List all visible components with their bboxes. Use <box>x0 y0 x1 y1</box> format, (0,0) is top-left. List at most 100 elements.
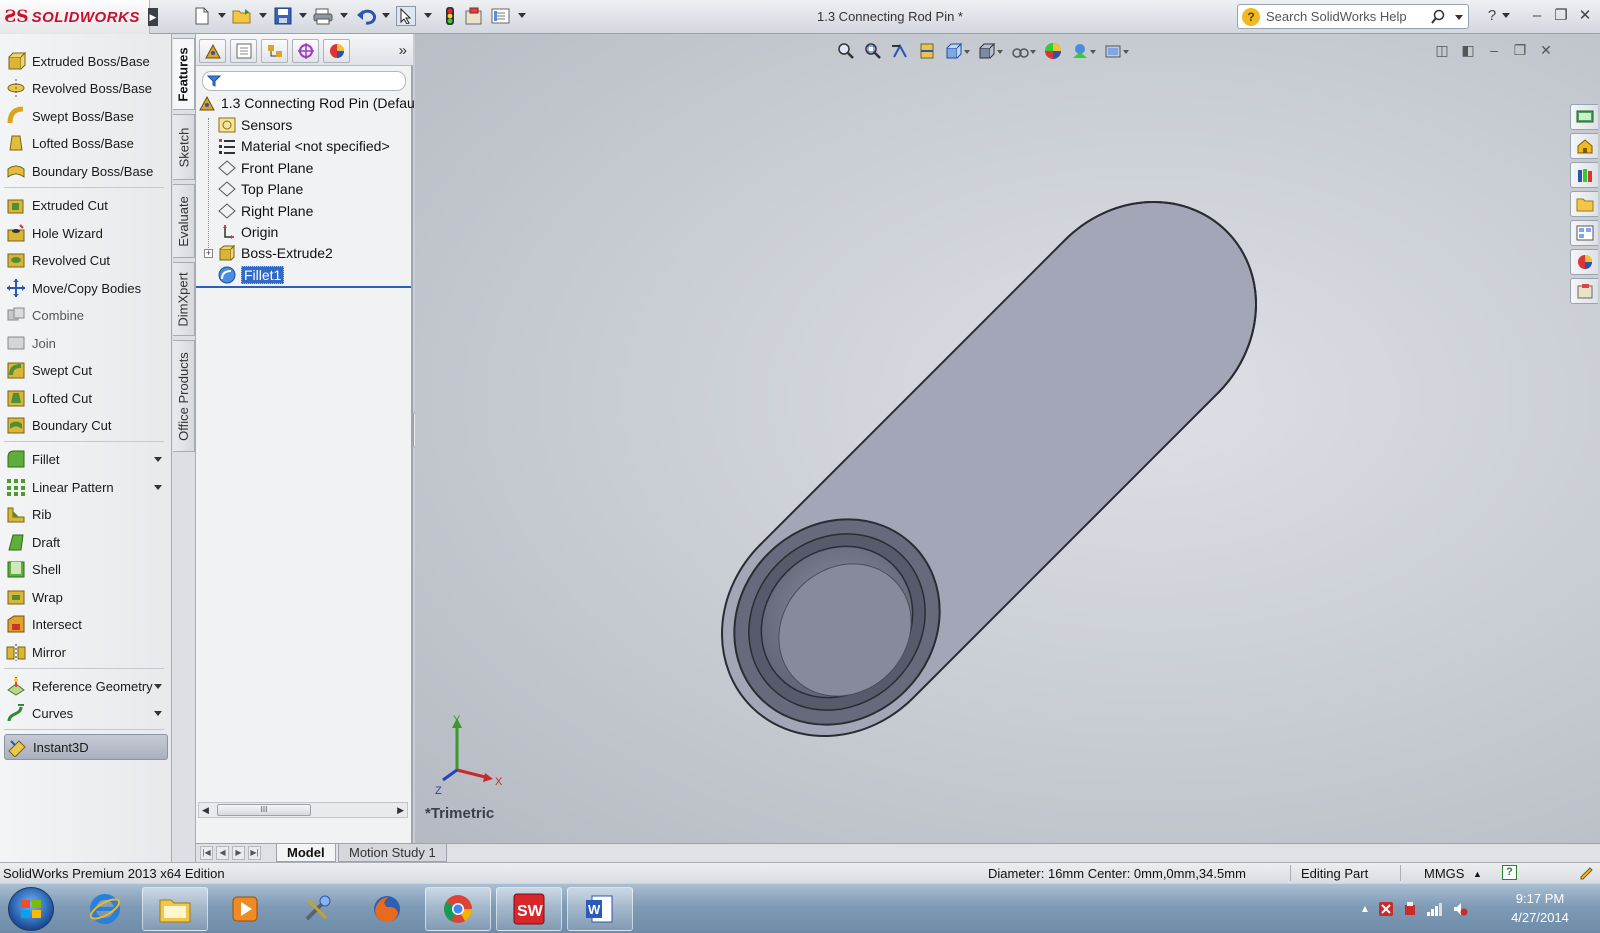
more-tabs-icon[interactable]: » <box>399 42 407 59</box>
rib-button[interactable]: Rib <box>4 501 168 527</box>
print-dropdown-icon[interactable] <box>340 13 348 18</box>
show-hidden-icons-icon[interactable]: ▲ <box>1360 904 1370 915</box>
revolved-cut-button[interactable]: Revolved Cut <box>4 247 168 273</box>
tree-item-origin[interactable]: Origin <box>218 221 278 242</box>
intersect-button[interactable]: Intersect <box>4 611 168 637</box>
file-explorer-taskbar-icon[interactable] <box>142 887 208 931</box>
solidworks-taskbar-icon[interactable]: SW <box>496 887 562 931</box>
configuration-manager-tab-icon[interactable] <box>261 39 288 63</box>
tools-icon[interactable] <box>284 887 350 931</box>
move-copy-bodies-button[interactable]: Move/Copy Bodies <box>4 275 168 301</box>
curves-button[interactable]: Curves <box>4 700 168 726</box>
next-tab-icon[interactable]: ▶ <box>232 846 245 860</box>
rebuild-pencil-icon[interactable] <box>1578 864 1594 883</box>
last-tab-icon[interactable]: ▶| <box>248 846 261 860</box>
draft-button[interactable]: Draft <box>4 529 168 555</box>
minimize-icon[interactable]: – <box>1527 7 1547 25</box>
hole-wizard-button[interactable]: Hole Wizard <box>4 220 168 246</box>
tree-item-top-plane[interactable]: Top Plane <box>218 178 303 199</box>
options-dropdown-icon[interactable] <box>518 13 526 18</box>
instant3d-button[interactable]: Instant3D <box>4 734 168 760</box>
print-icon[interactable] <box>313 6 333 26</box>
help-dropdown-icon[interactable] <box>1502 13 1510 18</box>
tab-evaluate[interactable]: Evaluate <box>173 184 195 258</box>
scroll-right-icon[interactable]: ▶ <box>397 805 404 816</box>
scrollbar-thumb[interactable]: III <box>217 804 311 816</box>
tree-item-front-plane[interactable]: Front Plane <box>218 157 313 178</box>
swept-cut-button[interactable]: Swept Cut <box>4 357 168 383</box>
firefox-icon[interactable] <box>354 887 420 931</box>
internet-explorer-icon[interactable] <box>72 887 138 931</box>
previous-tab-icon[interactable]: ◀ <box>216 846 229 860</box>
new-document-icon[interactable] <box>192 6 212 26</box>
reference-geometry-button[interactable]: Reference Geometry <box>4 673 168 699</box>
reference-geometry-dropdown-icon[interactable] <box>154 684 162 689</box>
wrap-button[interactable]: Wrap <box>4 584 168 610</box>
feature-manager-tab-icon[interactable] <box>199 39 226 63</box>
tab-sketch[interactable]: Sketch <box>173 114 195 180</box>
curves-dropdown-icon[interactable] <box>154 711 162 716</box>
chrome-icon[interactable] <box>425 887 491 931</box>
revolved-boss-button[interactable]: Revolved Boss/Base <box>4 75 168 101</box>
tree-item-material[interactable]: Material <not specified> <box>218 135 390 156</box>
clock[interactable]: 9:17 PM 4/27/2014 <box>1490 889 1590 927</box>
undo-icon[interactable] <box>356 6 376 26</box>
tab-office-products[interactable]: Office Products <box>173 340 195 452</box>
solidworks-logo[interactable]: ƧS SOLIDWORKS <box>0 0 150 34</box>
boundary-boss-button[interactable]: Boundary Boss/Base <box>4 158 168 184</box>
save-icon[interactable] <box>273 6 293 26</box>
select-pointer-icon[interactable] <box>396 6 416 26</box>
display-manager-tab-icon[interactable] <box>323 39 350 63</box>
tab-features[interactable]: Features <box>173 38 195 110</box>
tree-filter-input[interactable] <box>202 71 406 91</box>
tree-item-fillet1[interactable]: Fillet1 <box>218 264 285 285</box>
tree-root-part[interactable]: 1.3 Connecting Rod Pin (Defau <box>198 92 415 113</box>
mirror-button[interactable]: Mirror <box>4 639 168 665</box>
close-icon[interactable]: ✕ <box>1575 7 1595 25</box>
select-dropdown-icon[interactable] <box>424 13 432 18</box>
open-dropdown-icon[interactable] <box>259 13 267 18</box>
quick-tips-icon[interactable]: ? <box>1502 865 1517 880</box>
options-icon[interactable] <box>491 6 511 26</box>
help-search-input[interactable]: ? Search SolidWorks Help <box>1237 4 1469 29</box>
unit-system-selector[interactable]: MMGS <box>1424 866 1464 881</box>
linear-pattern-button[interactable]: Linear Pattern <box>4 474 168 500</box>
units-up-arrow-icon[interactable]: ▲ <box>1473 869 1482 879</box>
rebuild-traffic-light-icon[interactable] <box>440 6 460 26</box>
restore-icon[interactable]: ❐ <box>1551 7 1571 25</box>
scroll-left-icon[interactable]: ◀ <box>202 805 209 816</box>
start-button[interactable] <box>8 887 54 931</box>
lofted-boss-button[interactable]: Lofted Boss/Base <box>4 130 168 156</box>
extruded-boss-button[interactable]: Extruded Boss/Base <box>4 48 168 74</box>
volume-muted-icon[interactable] <box>1452 901 1468 917</box>
expand-boss-extrude-icon[interactable]: + <box>204 249 213 258</box>
tree-item-right-plane[interactable]: Right Plane <box>218 200 313 221</box>
extruded-cut-button[interactable]: Extruded Cut <box>4 192 168 218</box>
tree-horizontal-scrollbar[interactable]: ◀ III ▶ <box>198 802 408 818</box>
swept-boss-button[interactable]: Swept Boss/Base <box>4 103 168 129</box>
rollback-bar[interactable] <box>196 286 411 288</box>
dimxpert-manager-tab-icon[interactable] <box>292 39 319 63</box>
network-icon[interactable] <box>1426 901 1444 917</box>
shell-button[interactable]: Shell <box>4 556 168 582</box>
new-dropdown-icon[interactable] <box>218 13 226 18</box>
linear-pattern-dropdown-icon[interactable] <box>154 485 162 490</box>
graphics-viewport[interactable]: ◫ ◧ – ❐ ✕ Y X Z *Trimetric <box>415 34 1600 844</box>
tab-dimxpert[interactable]: DimXpert <box>173 262 195 336</box>
fillet-button[interactable]: Fillet <box>4 446 168 472</box>
boundary-cut-button[interactable]: Boundary Cut <box>4 412 168 438</box>
search-dropdown-icon[interactable] <box>1455 15 1463 20</box>
usb-device-icon[interactable] <box>1402 901 1418 917</box>
fillet-dropdown-icon[interactable] <box>154 457 162 462</box>
menu-expand-arrow[interactable]: ▶ <box>148 8 158 26</box>
tab-motion-study[interactable]: Motion Study 1 <box>338 844 447 862</box>
tree-item-boss-extrude2[interactable]: Boss-Extrude2 <box>218 242 333 263</box>
word-icon[interactable]: W <box>567 887 633 931</box>
join-button[interactable]: Join <box>4 330 168 356</box>
undo-dropdown-icon[interactable] <box>382 13 390 18</box>
file-properties-icon[interactable] <box>464 6 484 26</box>
open-folder-icon[interactable] <box>232 6 252 26</box>
lofted-cut-button[interactable]: Lofted Cut <box>4 385 168 411</box>
save-dropdown-icon[interactable] <box>299 13 307 18</box>
part-model[interactable] <box>415 34 1600 844</box>
